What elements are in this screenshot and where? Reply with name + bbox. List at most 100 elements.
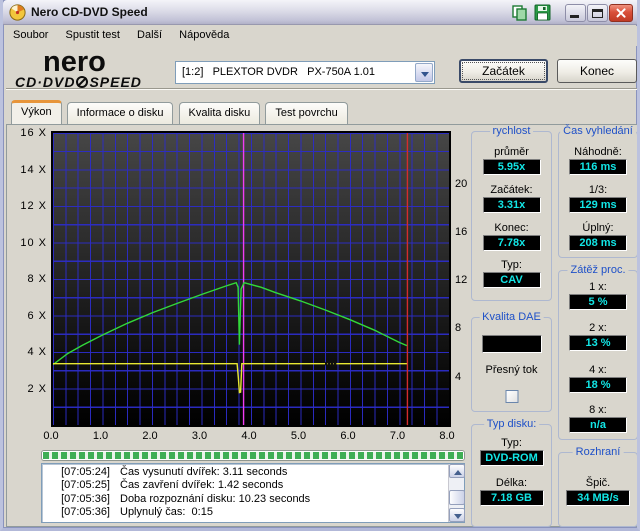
log-rows: [07:05:24]Čas vysunutí dvířek: 3.11 seco…: [42, 466, 447, 520]
nero-brand-text: nero: [43, 50, 165, 74]
axis-tick: 4 X: [27, 346, 47, 358]
menu-napoveda[interactable]: Nápověda: [172, 26, 236, 46]
start-label: Začátek:: [472, 184, 551, 196]
scroll-up-icon[interactable]: [449, 464, 465, 478]
cpu-4x-label: 4 x:: [559, 364, 637, 376]
start-value: 3.31x: [483, 197, 541, 213]
burst-label: Špič.: [559, 477, 637, 489]
close-icon: [615, 7, 627, 19]
log-entry: [07:05:36]Uplynulý čas: 0:15: [42, 506, 447, 519]
menu-soubor[interactable]: Soubor: [6, 26, 55, 46]
progress-bar-fill: [43, 452, 463, 459]
axis-tick: 12: [455, 274, 467, 286]
random-seek-value: 116 ms: [569, 159, 627, 175]
axis-tick: 4.0: [234, 430, 264, 442]
close-button[interactable]: [609, 4, 633, 22]
drive-selector-value: [1:2] PLEXTOR DVDR PX-750A 1.01: [182, 62, 375, 83]
drive-selector[interactable]: [1:2] PLEXTOR DVDR PX-750A 1.01: [175, 61, 435, 84]
benchmark-chart: [51, 131, 451, 427]
maximize-button[interactable]: [587, 4, 608, 22]
scroll-down-icon[interactable]: [449, 508, 465, 522]
average-value: 5.95x: [483, 159, 541, 175]
end-value: 7.78x: [483, 235, 541, 251]
log-entry: [07:05:24]Čas vysunutí dvířek: 3.11 seco…: [42, 466, 447, 479]
type-label: Typ:: [472, 259, 551, 271]
axis-tick: 7.0: [383, 430, 413, 442]
accurate-stream-label: Přesný tok: [472, 364, 551, 376]
disc-length-value: 7.18 GB: [480, 490, 544, 506]
application-window: Nero CD-DVD Speed Soubor Spustit test Da…: [0, 0, 640, 531]
axis-tick: 14 X: [20, 164, 47, 176]
menu-bar: Soubor Spustit test Další Nápověda: [6, 26, 640, 46]
tab-bar: Výkon Informace o disku Kvalita disku Te…: [11, 100, 350, 124]
chevron-down-icon: [421, 72, 429, 77]
maximize-icon: [592, 9, 603, 18]
log-entry: [07:05:36]Doba rozpoznání disku: 10.23 s…: [42, 493, 447, 506]
disc-type-label: Typ:: [472, 437, 551, 449]
type-value: CAV: [483, 272, 541, 288]
seek-group-title: Čas vyhledání: [560, 125, 636, 137]
app-icon[interactable]: [9, 4, 26, 21]
axis-tick: 5.0: [284, 430, 314, 442]
start-button[interactable]: Začátek: [459, 59, 548, 83]
log-listbox[interactable]: [07:05:24]Čas vysunutí dvířek: 3.11 seco…: [41, 463, 465, 523]
tab-informace-o-disku[interactable]: Informace o disku: [67, 102, 174, 124]
exit-button[interactable]: Konec: [557, 59, 637, 83]
interface-group: Rozhraní Špič. 34 MB/s: [558, 452, 638, 527]
progress-bar: [41, 450, 465, 461]
axis-tick: 8: [455, 322, 461, 334]
cpu-usage-group: Zátěž proc. 1 x: 5 % 2 x: 13 % 4 x: 18 %…: [558, 270, 638, 440]
menu-spustit-test[interactable]: Spustit test: [59, 26, 127, 46]
axis-tick: 20: [455, 178, 467, 190]
minimize-button[interactable]: [565, 4, 586, 22]
scrollbar-thumb[interactable]: [449, 490, 465, 505]
full-seek-label: Úplný:: [559, 222, 637, 234]
accurate-stream-checkbox[interactable]: [505, 390, 518, 403]
axis-tick: 10 X: [20, 237, 47, 249]
dae-group-title: Kvalita DAE: [479, 311, 544, 323]
log-entry: [07:05:25]Čas zavření dvířek: 1.42 secon…: [42, 479, 447, 492]
cpu-2x-value: 13 %: [569, 335, 627, 351]
cpu-2x-label: 2 x:: [559, 322, 637, 334]
cpu-8x-label: 8 x:: [559, 404, 637, 416]
disc-type-group: Typ disku: Typ: DVD-ROM Délka: 7.18 GB: [471, 424, 552, 527]
axis-tick: 2 X: [27, 383, 47, 395]
speed-group-title: rychlost: [490, 125, 534, 137]
end-label: Konec:: [472, 222, 551, 234]
drive-selector-dropdown-button[interactable]: [415, 63, 433, 82]
tab-vykon[interactable]: Výkon: [11, 100, 62, 124]
title-bar: Nero CD-DVD Speed: [3, 0, 640, 25]
tab-test-povrchu[interactable]: Test povrchu: [265, 102, 347, 124]
nero-logo: nero CD·DVDSPEED: [15, 50, 165, 90]
third-seek-value: 129 ms: [569, 197, 627, 213]
average-label: průměr: [472, 146, 551, 158]
full-seek-value: 208 ms: [569, 235, 627, 251]
chart-series: [53, 133, 449, 425]
disc-group-title: Typ disku:: [484, 418, 540, 430]
axis-tick: 0.0: [36, 430, 66, 442]
axis-tick: 6 X: [27, 310, 47, 322]
header-separator: [6, 88, 640, 90]
axis-tick: 3.0: [185, 430, 215, 442]
speed-group: rychlost průměr 5.95x Začátek: 3.31x Kon…: [471, 131, 552, 301]
axis-tick: 12 X: [20, 200, 47, 212]
cpu-group-title: Zátěž proc.: [567, 264, 628, 276]
burst-value: 34 MB/s: [566, 490, 630, 506]
axis-tick: 1.0: [86, 430, 116, 442]
disc-type-value: DVD-ROM: [480, 450, 544, 466]
axis-tick: 16: [455, 226, 467, 238]
tab-kvalita-disku[interactable]: Kvalita disku: [179, 102, 261, 124]
dae-value-display: [482, 335, 542, 353]
minimize-icon: [570, 15, 579, 18]
left-speed-axis: 16 X14 X12 X10 X8 X6 X4 X2 X: [17, 133, 49, 425]
interface-group-title: Rozhraní: [573, 446, 624, 458]
random-seek-label: Náhodně:: [559, 146, 637, 158]
seek-time-group: Čas vyhledání Náhodně: 116 ms 1/3: 129 m…: [558, 131, 638, 258]
log-scrollbar[interactable]: [448, 464, 464, 522]
disc-length-label: Délka:: [472, 477, 551, 489]
save-icon[interactable]: [532, 4, 554, 22]
copy-icon[interactable]: [509, 4, 531, 22]
dae-quality-group: Kvalita DAE Přesný tok: [471, 317, 552, 412]
axis-tick: 6.0: [333, 430, 363, 442]
menu-dalsi[interactable]: Další: [130, 26, 169, 46]
